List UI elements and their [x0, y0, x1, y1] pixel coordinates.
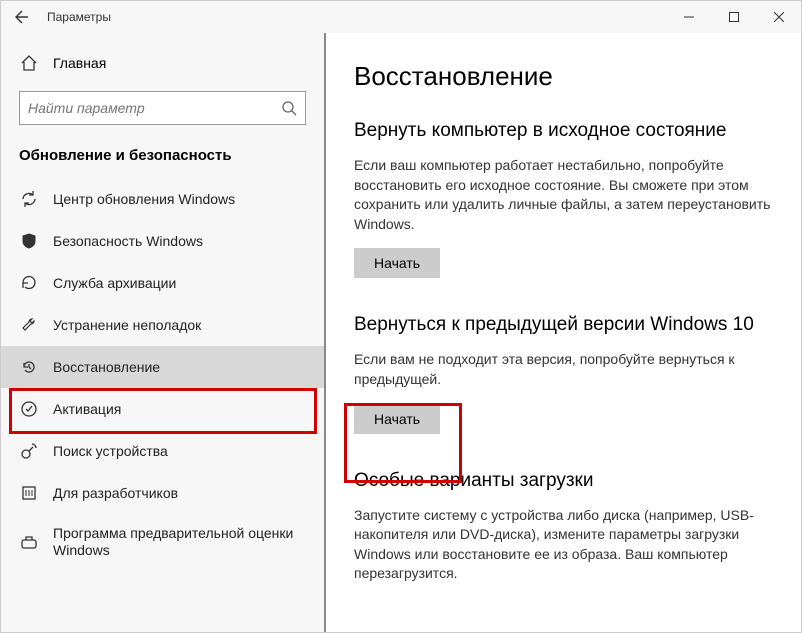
back-button[interactable] — [1, 1, 43, 33]
nav-list: Центр обновления Windows Безопасность Wi… — [1, 178, 324, 570]
search-icon — [281, 100, 297, 116]
sidebar: Главная Обновление и безопасность Центр … — [1, 33, 326, 632]
goback-title: Вернуться к предыдущей версии Windows 10 — [354, 314, 779, 336]
nav-label: Центр обновления Windows — [53, 191, 235, 208]
nav-windows-update[interactable]: Центр обновления Windows — [1, 178, 324, 220]
minimize-icon — [684, 12, 694, 22]
nav-label: Активация — [53, 401, 121, 418]
goback-section: Вернуться к предыдущей версии Windows 10… — [354, 314, 779, 433]
sync-icon — [19, 189, 39, 209]
backup-icon — [19, 273, 39, 293]
goback-start-button[interactable]: Начать — [354, 404, 440, 434]
home-label: Главная — [53, 55, 106, 71]
nav-activation[interactable]: Активация — [1, 388, 324, 430]
search-input[interactable] — [28, 100, 281, 116]
advanced-section: Особые варианты загрузки Запустите систе… — [354, 470, 779, 584]
reset-section: Вернуть компьютер в исходное состояние Е… — [354, 120, 779, 278]
close-button[interactable] — [756, 1, 801, 33]
nav-label: Программа предварительной оценки Windows — [53, 525, 306, 559]
history-icon — [19, 357, 39, 377]
wrench-icon — [19, 315, 39, 335]
nav-label: Поиск устройства — [53, 443, 168, 460]
advanced-title: Особые варианты загрузки — [354, 470, 779, 492]
main-content: Восстановление Вернуть компьютер в исход… — [326, 33, 801, 632]
check-icon — [19, 399, 39, 419]
close-icon — [774, 12, 784, 22]
nav-label: Восстановление — [53, 359, 160, 376]
maximize-button[interactable] — [711, 1, 756, 33]
search-box[interactable] — [19, 91, 306, 125]
page-title: Восстановление — [354, 61, 779, 92]
advanced-desc: Запустите систему с устройства либо диск… — [354, 506, 779, 584]
nav-label: Служба архивации — [53, 275, 176, 292]
nav-backup[interactable]: Служба архивации — [1, 262, 324, 304]
nav-label: Безопасность Windows — [53, 233, 203, 250]
sidebar-section-header: Обновление и безопасность — [1, 139, 324, 178]
nav-developers[interactable]: Для разработчиков — [1, 472, 324, 514]
reset-start-button[interactable]: Начать — [354, 248, 440, 278]
nav-troubleshoot[interactable]: Устранение неполадок — [1, 304, 324, 346]
minimize-button[interactable] — [666, 1, 711, 33]
find-device-icon — [19, 441, 39, 461]
home-icon — [19, 53, 39, 73]
nav-find-device[interactable]: Поиск устройства — [1, 430, 324, 472]
reset-desc: Если ваш компьютер работает нестабильно,… — [354, 156, 779, 234]
nav-insider[interactable]: Программа предварительной оценки Windows — [1, 514, 324, 570]
nav-label: Для разработчиков — [53, 485, 178, 502]
shield-icon — [19, 231, 39, 251]
developer-icon — [19, 483, 39, 503]
maximize-icon — [729, 12, 739, 22]
window-title: Параметры — [47, 10, 111, 24]
nav-recovery[interactable]: Восстановление — [1, 346, 324, 388]
home-link[interactable]: Главная — [1, 43, 324, 83]
nav-label: Устранение неполадок — [53, 317, 201, 334]
back-arrow-icon — [14, 9, 30, 25]
insider-icon — [19, 532, 39, 552]
reset-title: Вернуть компьютер в исходное состояние — [354, 120, 779, 142]
goback-desc: Если вам не подходит эта версия, попробу… — [354, 350, 779, 389]
nav-windows-security[interactable]: Безопасность Windows — [1, 220, 324, 262]
